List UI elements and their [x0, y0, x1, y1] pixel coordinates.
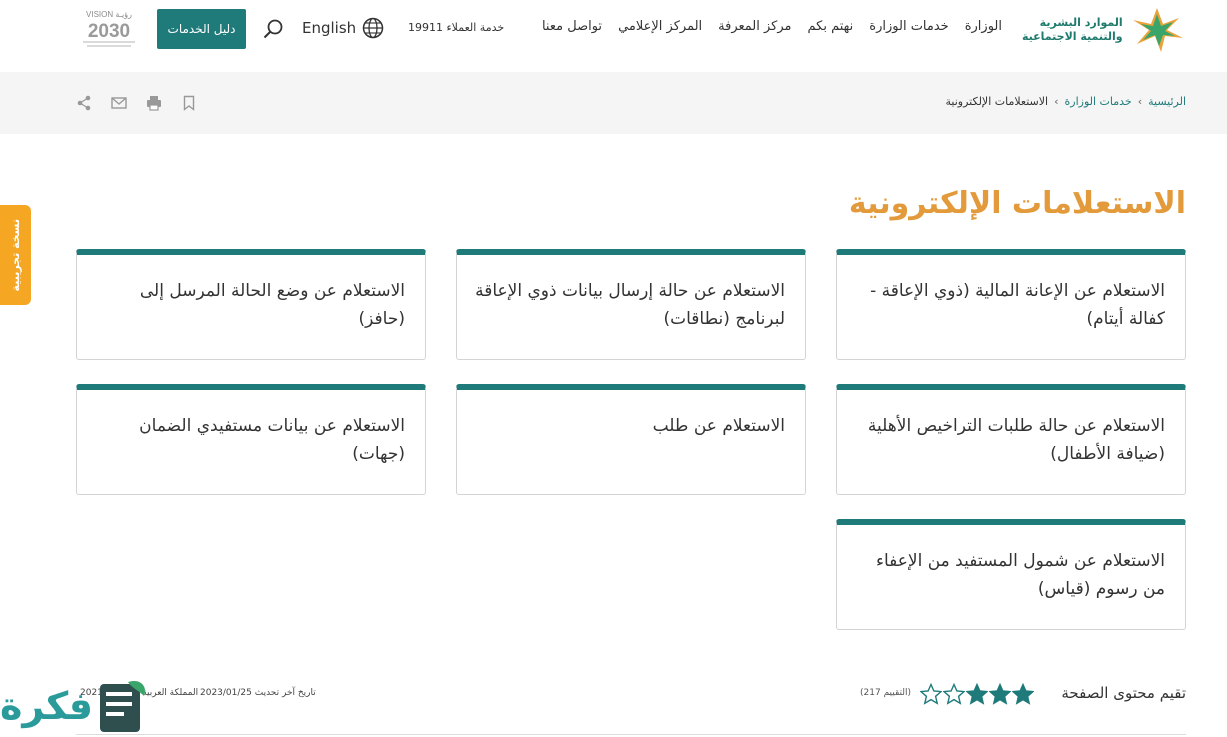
- card-title: الاستعلام عن حالة طلبات التراخيص الأهلية…: [867, 416, 1165, 464]
- nav-item-contact[interactable]: تواصل معنا: [542, 19, 602, 34]
- main-nav: الوزارة خدمات الوزارة نهتم بكم مركز المع…: [542, 19, 1002, 34]
- breadcrumb: الرئيسية ‹ خدمات الوزارة ‹ الاستعلامات ا…: [946, 95, 1186, 108]
- language-switch[interactable]: English: [302, 17, 384, 39]
- breadcrumb-current: الاستعلامات الإلكترونية: [945, 95, 1049, 108]
- star-filled-icon[interactable]: [966, 683, 988, 705]
- nav-item-we-care[interactable]: نهتم بكم: [808, 19, 854, 34]
- site-header: الموارد البشرية والتنمية الاجتماعية الوز…: [0, 0, 1227, 72]
- card-request-inquiry[interactable]: الاستعلام عن طلب: [456, 384, 806, 495]
- chevron-left-icon: ‹: [1054, 95, 1059, 108]
- rating-count: (التقييم 217): [860, 688, 912, 698]
- beta-version-tab[interactable]: نسخة تجريبية: [0, 205, 31, 305]
- divider: [76, 734, 1186, 735]
- card-qiyas-exemption[interactable]: الاستعلام عن شمول المستفيد من الإعفاء من…: [836, 519, 1186, 630]
- card-title: الاستعلام عن بيانات مستفيدي الضمان (جهات…: [139, 416, 405, 464]
- card-title: الاستعلام عن الإعانة المالية (ذوي الإعاق…: [870, 281, 1165, 329]
- vision-year-text: 2030: [88, 21, 130, 42]
- watermark-logo: فكرة: [0, 676, 152, 737]
- ministry-logo[interactable]: الموارد البشرية والتنمية الاجتماعية: [1022, 4, 1187, 56]
- card-title: الاستعلام عن شمول المستفيد من الإعفاء من…: [875, 551, 1165, 599]
- star-empty-icon[interactable]: [943, 683, 965, 705]
- card-title: الاستعلام عن وضع الحالة المرسل إلى (حافز…: [139, 281, 405, 329]
- language-label: English: [302, 19, 357, 37]
- logo-line-1: الموارد البشرية: [1039, 16, 1123, 29]
- nav-item-media-center[interactable]: المركز الإعلامي: [618, 19, 702, 34]
- services-guide-button[interactable]: دليل الخدمات: [157, 9, 246, 49]
- search-icon[interactable]: [262, 18, 284, 40]
- vision-top-text: VISION رؤيـة: [86, 10, 132, 19]
- rating-label: تقيم محتوى الصفحة: [1061, 684, 1186, 702]
- share-icon[interactable]: [76, 95, 92, 111]
- card-title: الاستعلام عن طلب: [652, 416, 785, 436]
- nav-item-knowledge-center[interactable]: مركز المعرفة: [718, 19, 791, 34]
- customer-service-number[interactable]: خدمة العملاء 19911: [408, 21, 504, 34]
- page-tools: [76, 95, 197, 111]
- nav-item-ministry[interactable]: الوزارة: [965, 19, 1002, 34]
- nav-item-services[interactable]: خدمات الوزارة: [869, 19, 948, 34]
- logo-text: الموارد البشرية والتنمية الاجتماعية: [1022, 16, 1123, 44]
- ministry-logo-icon: [1132, 8, 1183, 52]
- card-financial-aid[interactable]: الاستعلام عن الإعانة المالية (ذوي الإعاق…: [836, 249, 1186, 360]
- email-icon[interactable]: [111, 95, 127, 111]
- card-disability-data-nitaqat[interactable]: الاستعلام عن حالة إرسال بيانات ذوي الإعا…: [456, 249, 806, 360]
- breadcrumb-services[interactable]: خدمات الوزارة: [1065, 95, 1132, 108]
- watermark-text: فكرة: [0, 684, 94, 728]
- card-hafiz-status[interactable]: الاستعلام عن وضع الحالة المرسل إلى (حافز…: [76, 249, 426, 360]
- breadcrumb-bar: الرئيسية ‹ خدمات الوزارة ‹ الاستعلامات ا…: [0, 72, 1227, 134]
- card-social-security-beneficiaries[interactable]: الاستعلام عن بيانات مستفيدي الضمان (جهات…: [76, 384, 426, 495]
- logo-line-2: والتنمية الاجتماعية: [1022, 30, 1123, 43]
- chevron-left-icon: ‹: [1137, 95, 1143, 108]
- breadcrumb-home[interactable]: الرئيسية: [1148, 95, 1186, 108]
- page-title: الاستعلامات الإلكترونية: [848, 186, 1186, 221]
- beta-version-label: نسخة تجريبية: [9, 218, 22, 292]
- star-empty-icon[interactable]: [920, 683, 942, 705]
- star-filled-icon[interactable]: [989, 683, 1011, 705]
- rating-stars: [920, 683, 1034, 705]
- vision-2030-logo: VISION رؤيـة 2030: [83, 10, 135, 47]
- print-icon[interactable]: [146, 95, 162, 111]
- last-updated: تاريخ آخر تحديث 2023/01/25: [200, 688, 316, 698]
- card-private-licenses[interactable]: الاستعلام عن حالة طلبات التراخيص الأهلية…: [836, 384, 1186, 495]
- bookmark-icon[interactable]: [181, 95, 197, 111]
- card-title: الاستعلام عن حالة إرسال بيانات ذوي الإعا…: [475, 281, 785, 329]
- globe-icon: [362, 17, 384, 39]
- star-filled-icon[interactable]: [1012, 683, 1034, 705]
